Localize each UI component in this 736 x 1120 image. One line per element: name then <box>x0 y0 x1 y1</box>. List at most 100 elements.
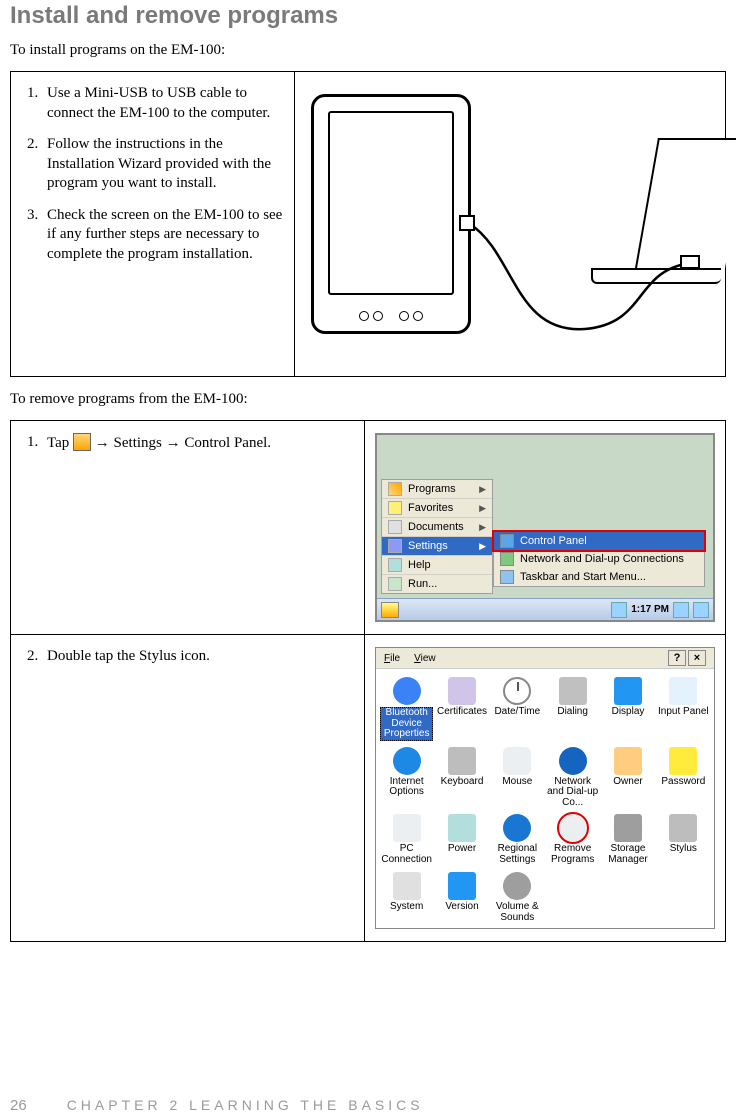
netw-icon <box>559 747 587 775</box>
menu-label: Help <box>408 559 431 571</box>
pcconn-icon <box>393 814 421 842</box>
desktop-icon[interactable] <box>693 602 709 618</box>
install-step-1: Use a Mini-USB to USB cable to connect t… <box>21 84 284 123</box>
cp-icon-label: Input Panel <box>658 707 709 729</box>
help-button[interactable]: ? <box>668 650 686 666</box>
clock-icon <box>503 677 531 705</box>
cp-icon-label: Certificates <box>437 707 487 729</box>
control-panel-screenshot: File View ? × Bluetooth Device Propertie… <box>375 647 715 929</box>
cp-icon-label: Keyboard <box>441 777 484 799</box>
cp-icon-netw[interactable]: Network and Dial-up Co... <box>546 747 599 809</box>
install-table: Use a Mini-USB to USB cable to connect t… <box>10 71 726 377</box>
pass-icon <box>669 747 697 775</box>
cp-icon-power[interactable]: Power <box>435 814 488 866</box>
cp-icon-keyb[interactable]: Keyboard <box>435 747 488 809</box>
menu-documents[interactable]: Documents▶ <box>382 518 492 537</box>
cp-icon-label: Internet Options <box>380 777 433 799</box>
cp-icon-label: Password <box>661 777 705 799</box>
cp-icon-display[interactable]: Display <box>601 677 654 741</box>
page-heading: Install and remove programs <box>10 2 726 30</box>
cp-icon-storage[interactable]: Storage Manager <box>601 814 654 866</box>
remove-intro: To remove programs from the EM-100: <box>10 391 726 408</box>
cp-icon-label: Owner <box>613 777 642 799</box>
cp-icon-label: Display <box>612 707 645 729</box>
cp-icon-label: Remove Programs <box>546 844 599 866</box>
keyb-icon <box>448 747 476 775</box>
control-panel-grid: Bluetooth Device PropertiesCertificatesD… <box>376 669 714 928</box>
regional-icon <box>503 814 531 842</box>
menu-help[interactable]: Help <box>382 556 492 575</box>
submenu-network[interactable]: Network and Dial-up Connections <box>494 550 704 568</box>
cp-icon-label: Bluetooth Device Properties <box>380 707 433 741</box>
page-number: 26 <box>10 1097 27 1114</box>
menu-programs[interactable]: Programs▶ <box>382 480 492 499</box>
cp-icon-input[interactable]: Input Panel <box>657 677 710 741</box>
submenu-label: Control Panel <box>520 535 587 547</box>
owner-icon <box>614 747 642 775</box>
taskbar: 1:17 PM <box>377 598 713 620</box>
chapter-label: CHAPTER 2 LEARNING THE BASICS <box>67 1097 424 1113</box>
menu-settings[interactable]: Settings▶ <box>382 537 492 556</box>
cp-icon-version[interactable]: Version <box>435 872 488 924</box>
submenu-label: Network and Dial-up Connections <box>520 553 684 565</box>
submenu-taskbar[interactable]: Taskbar and Start Menu... <box>494 568 704 586</box>
menu-label: Run... <box>408 578 437 590</box>
install-step-3: Check the screen on the EM-100 to see if… <box>21 206 284 265</box>
cp-icon-mouse[interactable]: Mouse <box>491 747 544 809</box>
bluetooth-icon <box>393 677 421 705</box>
input-icon <box>669 677 697 705</box>
cp-icon-owner[interactable]: Owner <box>601 747 654 809</box>
menu-label: Settings <box>408 540 448 552</box>
menu-run[interactable]: Run... <box>382 575 492 593</box>
cp-icon-label: System <box>390 902 423 924</box>
menu-file[interactable]: File <box>384 653 400 664</box>
install-intro: To install programs on the EM-100: <box>10 42 726 59</box>
cp-icon-pass[interactable]: Password <box>657 747 710 809</box>
cp-icon-bluetooth[interactable]: Bluetooth Device Properties <box>380 677 433 741</box>
tray-icon[interactable] <box>673 602 689 618</box>
cp-icon-remove[interactable]: Remove Programs <box>546 814 599 866</box>
menubar: File View ? × <box>376 648 714 669</box>
install-steps: Use a Mini-USB to USB cable to connect t… <box>21 84 284 264</box>
taskbar-time: 1:17 PM <box>631 604 669 615</box>
cp-icon-cert[interactable]: Certificates <box>435 677 488 741</box>
cp-icon-label: Volume & Sounds <box>491 902 544 924</box>
page-footer: 26 CHAPTER 2 LEARNING THE BASICS <box>10 1097 726 1114</box>
submenu-label: Taskbar and Start Menu... <box>520 571 646 583</box>
remove-icon <box>559 814 587 842</box>
device-laptop-illustration <box>305 84 715 364</box>
mouse-icon <box>503 747 531 775</box>
cp-icon-label: Dialing <box>557 707 588 729</box>
stylus-icon <box>669 814 697 842</box>
system-icon <box>393 872 421 900</box>
menu-favorites[interactable]: Favorites▶ <box>382 499 492 518</box>
cp-icon-label: Power <box>448 844 476 866</box>
submenu-control-panel[interactable]: Control Panel <box>492 530 706 552</box>
display-icon <box>614 677 642 705</box>
cp-icon-regional[interactable]: Regional Settings <box>491 814 544 866</box>
power-icon <box>448 814 476 842</box>
cp-icon-pcconn[interactable]: PC Connection <box>380 814 433 866</box>
cert-icon <box>448 677 476 705</box>
install-step-2: Follow the instructions in the Installat… <box>21 135 284 194</box>
version-icon <box>448 872 476 900</box>
cp-icon-system[interactable]: System <box>380 872 433 924</box>
start-button[interactable] <box>381 602 399 618</box>
cp-icon-label: Version <box>445 902 478 924</box>
start-menu: Programs▶ Favorites▶ Documents▶ Settings… <box>381 479 493 594</box>
tray-icon[interactable] <box>611 602 627 618</box>
cp-icon-label: PC Connection <box>380 844 433 866</box>
menu-view[interactable]: View <box>414 653 436 664</box>
close-button[interactable]: × <box>688 650 706 666</box>
cp-icon-volume[interactable]: Volume & Sounds <box>491 872 544 924</box>
menu-label: Documents <box>408 521 464 533</box>
remove-step1-prefix: Tap <box>47 435 73 451</box>
start-icon <box>73 433 91 451</box>
cp-icon-dial[interactable]: Dialing <box>546 677 599 741</box>
cp-icon-clock[interactable]: Date/Time <box>491 677 544 741</box>
menu-label: Favorites <box>408 502 453 514</box>
cp-icon-stylus[interactable]: Stylus <box>657 814 710 866</box>
dial-icon <box>559 677 587 705</box>
cp-icon-internet[interactable]: Internet Options <box>380 747 433 809</box>
cp-icon-label: Regional Settings <box>491 844 544 866</box>
